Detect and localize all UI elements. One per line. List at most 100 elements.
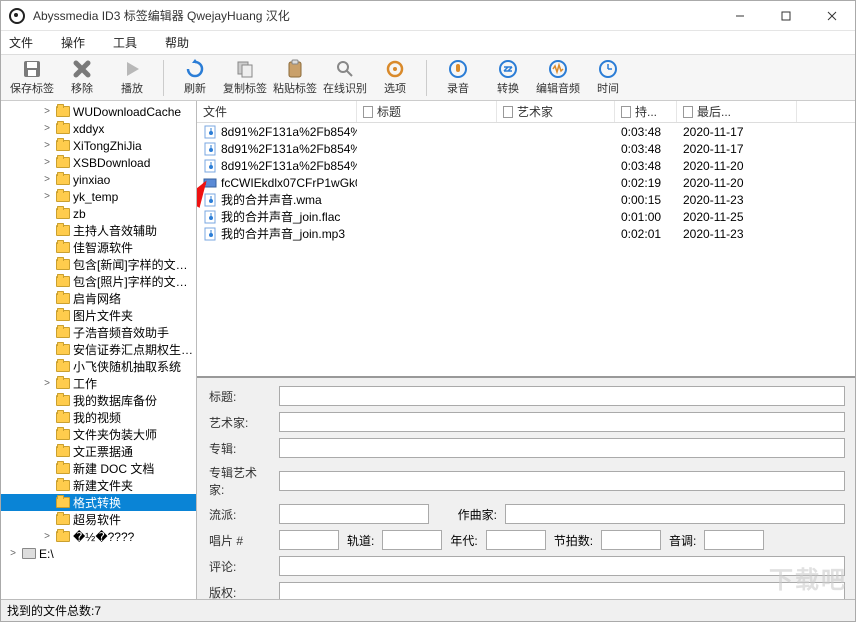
expand-icon[interactable]: > — [7, 548, 19, 559]
tree-node[interactable]: >XiTongZhiJia — [1, 137, 196, 154]
tree-node[interactable]: 包含[新闻]字样的文… — [1, 256, 196, 273]
tree-node[interactable]: 文件夹伪装大师 — [1, 426, 196, 443]
list-row[interactable]: 我的合并声音_join.flac0:01:002020-11-25 — [197, 208, 855, 225]
list-row[interactable]: 8d91%2F131a%2Fb854%...0:03:482020-11-17 — [197, 140, 855, 157]
menu-actions[interactable]: 操作 — [61, 34, 85, 51]
tree-label: 小飞侠随机抽取系统 — [73, 358, 181, 375]
list-row[interactable]: 我的合并声音_join.mp30:02:012020-11-23 — [197, 225, 855, 242]
close-button[interactable] — [809, 1, 855, 31]
paste-tags-button[interactable]: 粘贴标签 — [270, 56, 320, 100]
edit-audio-icon — [548, 59, 568, 79]
tree-node[interactable]: 超易软件 — [1, 511, 196, 528]
tree-node[interactable]: 格式转换 — [1, 494, 196, 511]
input-track[interactable] — [382, 530, 442, 550]
tree-node[interactable]: 我的视频 — [1, 409, 196, 426]
expand-icon[interactable]: > — [41, 157, 53, 168]
tree-node[interactable]: 新建文件夹 — [1, 477, 196, 494]
options-button[interactable]: 选项 — [370, 56, 420, 100]
tree-node[interactable]: >xddyx — [1, 120, 196, 137]
list-row[interactable]: fcCWIEkdlx07CFrP1wGk01...0:02:192020-11-… — [197, 174, 855, 191]
input-year[interactable] — [486, 530, 546, 550]
window-title: Abyssmedia ID3 标签编辑器 QwejayHuang 汉化 — [33, 7, 290, 24]
expand-icon[interactable]: > — [41, 123, 53, 134]
input-title[interactable] — [279, 386, 845, 406]
play-icon — [122, 59, 142, 79]
remove-button[interactable]: 移除 — [57, 56, 107, 100]
expand-icon[interactable]: > — [41, 531, 53, 542]
minimize-button[interactable] — [717, 1, 763, 31]
tree-node[interactable]: > yinxiao — [1, 171, 196, 188]
cell-last: 2020-11-23 — [677, 193, 797, 207]
folder-tree[interactable]: >WUDownloadCache>xddyx>XiTongZhiJia>XSBD… — [1, 101, 197, 599]
tree-node[interactable]: 图片文件夹 — [1, 307, 196, 324]
input-genre[interactable] — [279, 504, 429, 524]
tree-node[interactable]: >�½�???? — [1, 528, 196, 545]
tree-node[interactable]: >XSBDownload — [1, 154, 196, 171]
maximize-button[interactable] — [763, 1, 809, 31]
tree-label: yinxiao — [73, 173, 110, 187]
input-key[interactable] — [704, 530, 764, 550]
convert-button[interactable]: 转换 — [483, 56, 533, 100]
cell-file: 我的合并声音_join.mp3 — [221, 225, 345, 242]
tree-node[interactable]: 我的数据库备份 — [1, 392, 196, 409]
expand-icon[interactable]: > — [41, 191, 53, 202]
folder-icon — [55, 207, 71, 221]
list-body[interactable]: 8d91%2F131a%2Fb854%...0:03:482020-11-178… — [197, 123, 855, 242]
input-artist[interactable] — [279, 412, 845, 432]
tree-node[interactable]: 小飞侠随机抽取系统 — [1, 358, 196, 375]
col-artist[interactable]: 艺术家 — [497, 101, 615, 122]
expand-icon[interactable]: > — [41, 174, 53, 185]
col-file[interactable]: 文件 — [197, 101, 357, 122]
col-title[interactable]: 标题 — [357, 101, 497, 122]
input-albumartist[interactable] — [279, 471, 845, 491]
col-duration[interactable]: 持... — [615, 101, 677, 122]
tree-node[interactable]: 包含[照片]字样的文… — [1, 273, 196, 290]
save-icon — [22, 59, 42, 79]
status-prefix: 找到的文件总数: — [7, 602, 94, 619]
tree-node[interactable]: 启肯网络 — [1, 290, 196, 307]
copy-tags-button[interactable]: 复制标签 — [220, 56, 270, 100]
refresh-button[interactable]: 刷新 — [170, 56, 220, 100]
input-copyright[interactable] — [279, 582, 845, 599]
tree-node[interactable]: 新建 DOC 文档 — [1, 460, 196, 477]
col-last[interactable]: 最后... — [677, 101, 797, 122]
edit-audio-button[interactable]: 编辑音频 — [533, 56, 583, 100]
expand-icon[interactable]: > — [41, 140, 53, 151]
tree-node[interactable]: 佳智源软件 — [1, 239, 196, 256]
list-row[interactable]: 8d91%2F131a%2Fb854%...0:03:482020-11-17 — [197, 123, 855, 140]
tree-node[interactable]: zb — [1, 205, 196, 222]
tree-node[interactable]: >E:\ — [1, 545, 196, 562]
expand-icon[interactable]: > — [41, 106, 53, 117]
identify-button[interactable]: 在线识别 — [320, 56, 370, 100]
tree-node[interactable]: 文正票据通 — [1, 443, 196, 460]
list-row[interactable]: 我的合并声音.wma0:00:152020-11-23 — [197, 191, 855, 208]
folder-icon — [55, 122, 71, 136]
menu-help[interactable]: 帮助 — [165, 34, 189, 51]
tree-label: yk_temp — [73, 190, 118, 204]
cell-file: 8d91%2F131a%2Fb854%... — [221, 125, 357, 139]
input-album[interactable] — [279, 438, 845, 458]
label-disc: 唱片 # — [209, 532, 271, 549]
play-button[interactable]: 播放 — [107, 56, 157, 100]
input-comment[interactable] — [279, 556, 845, 576]
tree-node[interactable]: >工作 — [1, 375, 196, 392]
tree-node[interactable]: 子浩音频音效助手 — [1, 324, 196, 341]
tree-node[interactable]: >WUDownloadCache — [1, 103, 196, 120]
record-button[interactable]: 录音 — [433, 56, 483, 100]
cell-last: 2020-11-23 — [677, 227, 797, 241]
expand-icon[interactable]: > — [41, 378, 53, 389]
save-button[interactable]: 保存标签 — [7, 56, 57, 100]
menu-file[interactable]: 文件 — [9, 34, 33, 51]
tree-node[interactable]: 安信证券汇点期权生… — [1, 341, 196, 358]
time-button[interactable]: 时间 — [583, 56, 633, 100]
tree-label: 文件夹伪装大师 — [73, 426, 157, 443]
input-composer[interactable] — [505, 504, 845, 524]
folder-icon — [55, 105, 71, 119]
list-row[interactable]: 8d91%2F131a%2Fb854%...0:03:482020-11-20 — [197, 157, 855, 174]
menu-tools[interactable]: 工具 — [113, 34, 137, 51]
tree-node[interactable]: 主持人音效辅助 — [1, 222, 196, 239]
input-disc[interactable] — [279, 530, 339, 550]
tree-node[interactable]: > yk_temp — [1, 188, 196, 205]
input-bpm[interactable] — [601, 530, 661, 550]
drive-icon — [21, 547, 37, 561]
